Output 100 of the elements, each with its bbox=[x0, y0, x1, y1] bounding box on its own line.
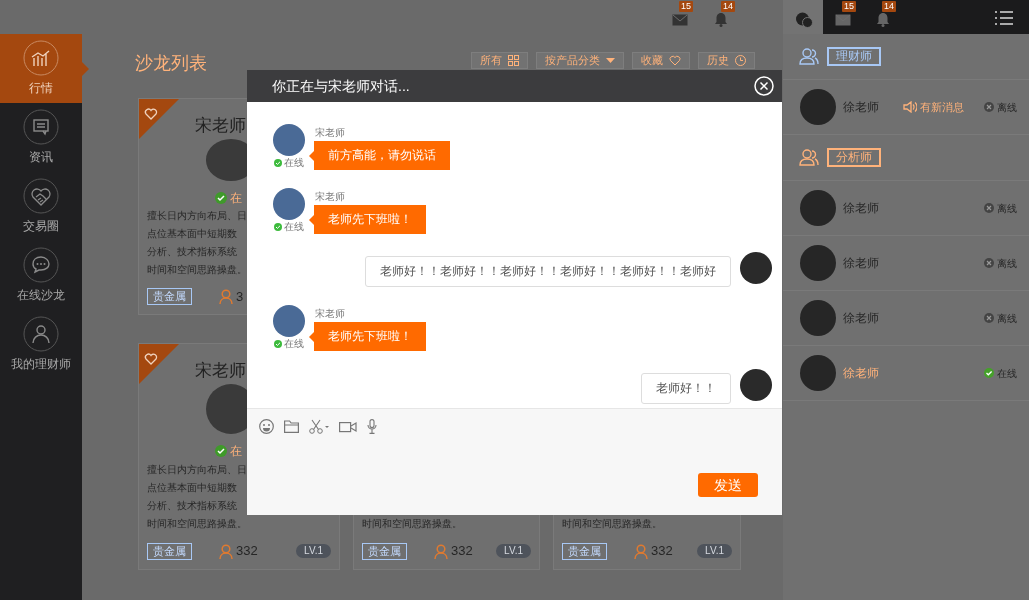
count-badge: 14 bbox=[882, 1, 896, 12]
heart-icon bbox=[669, 55, 681, 66]
avatar bbox=[273, 305, 305, 337]
group-label: 分析师 bbox=[827, 148, 881, 167]
card-title: 宋老师 bbox=[195, 360, 246, 382]
avatar bbox=[273, 188, 305, 220]
close-icon bbox=[754, 76, 774, 96]
avatar bbox=[800, 190, 836, 226]
contact-row[interactable]: 徐老师 离线 bbox=[783, 181, 1029, 236]
category-tag: 贵金属 bbox=[562, 542, 607, 560]
bell-icon[interactable] bbox=[876, 12, 890, 28]
menu-icon[interactable] bbox=[995, 10, 1013, 25]
grid-icon bbox=[508, 55, 519, 66]
category-tag: 贵金属 bbox=[362, 542, 407, 560]
avatar bbox=[740, 252, 772, 284]
status-text: 离线 bbox=[997, 311, 1017, 326]
notice-text: 有新消息 bbox=[920, 99, 964, 115]
message-bubble: 前方高能，请勿说话 bbox=[309, 141, 450, 170]
dialog-title: 你正在与宋老师对话... bbox=[272, 76, 410, 96]
description-line: 分析、技术指标系统 bbox=[147, 244, 237, 259]
page-title: 沙龙列表 bbox=[135, 52, 207, 74]
scissors-icon[interactable] bbox=[309, 419, 329, 434]
contact-row[interactable]: 徐老师 在线 bbox=[783, 346, 1029, 401]
check-circle-icon bbox=[274, 339, 282, 348]
caret-icon bbox=[606, 58, 615, 63]
status-text: 在线 bbox=[997, 366, 1017, 381]
bell-icon[interactable] bbox=[714, 12, 728, 28]
message-bubble: 老师好！！老师好！！老师好！！老师好！！老师好！！老师好 bbox=[365, 256, 731, 287]
person-icon bbox=[634, 543, 648, 559]
person-icon bbox=[23, 316, 59, 352]
avatar bbox=[800, 355, 836, 391]
description-line: 点位基本面中短期数 bbox=[147, 226, 237, 241]
description-line: 分析、技术指标系统 bbox=[147, 499, 237, 513]
favorite-corner-icon[interactable] bbox=[139, 99, 179, 139]
mail-icon[interactable] bbox=[672, 13, 688, 26]
contact-row[interactable]: 徐老师 有新消息 离线 bbox=[783, 80, 1029, 135]
smiley-icon[interactable] bbox=[259, 419, 274, 434]
status-text: 在线 bbox=[284, 221, 304, 232]
filter-button[interactable]: 历史 bbox=[698, 52, 755, 69]
panel-tab[interactable] bbox=[783, 0, 823, 34]
category-tag: 贵金属 bbox=[147, 542, 192, 560]
chat-icon bbox=[795, 11, 813, 28]
mail-icon[interactable] bbox=[835, 13, 851, 26]
description-line: 时间和空间思路操盘。 bbox=[147, 262, 247, 277]
level-badge: LV.1 bbox=[296, 544, 331, 558]
people-icon bbox=[799, 48, 819, 65]
group-label: 理财师 bbox=[827, 47, 881, 66]
follower-count: 332 bbox=[651, 542, 673, 561]
avatar bbox=[800, 89, 836, 125]
sender-name: 宋老师 bbox=[315, 127, 346, 139]
microphone-icon[interactable] bbox=[367, 419, 377, 434]
clock-icon bbox=[735, 55, 746, 66]
message-bubble: 老师先下班啦！ bbox=[309, 322, 426, 351]
count-badge: 15 bbox=[679, 1, 693, 12]
sender-name: 宋老师 bbox=[315, 308, 346, 320]
avatar bbox=[273, 124, 305, 156]
status-text: 离线 bbox=[997, 201, 1017, 216]
people-icon bbox=[799, 149, 819, 166]
level-badge: LV.1 bbox=[697, 544, 732, 558]
follower-count: 332 bbox=[236, 542, 258, 561]
video-camera-icon[interactable] bbox=[339, 420, 357, 433]
follower-count: 332 bbox=[451, 542, 473, 561]
sender-name: 宋老师 bbox=[315, 191, 346, 203]
description-line: 时间和空间思路操盘。 bbox=[562, 517, 662, 531]
person-icon bbox=[434, 543, 448, 559]
close-button[interactable] bbox=[754, 76, 774, 96]
contact-row[interactable]: 徐老师 离线 bbox=[783, 291, 1029, 346]
contact-name: 徐老师 bbox=[843, 255, 880, 272]
folder-icon[interactable] bbox=[284, 420, 299, 433]
send-button[interactable]: 发送 bbox=[698, 473, 758, 497]
avatar bbox=[800, 300, 836, 336]
sidebar-item[interactable]: 资讯 bbox=[0, 103, 82, 172]
status-text: 在 bbox=[230, 189, 242, 207]
category-tag: 贵金属 bbox=[147, 287, 192, 305]
contact-name: 徐老师 bbox=[843, 200, 880, 217]
status-text: 离线 bbox=[997, 100, 1017, 115]
status-text: 在线 bbox=[284, 338, 304, 349]
sidebar-item[interactable]: 交易圈 bbox=[0, 172, 82, 241]
message-icon bbox=[23, 109, 59, 145]
person-icon bbox=[219, 288, 233, 304]
filter-button[interactable]: 按产品分类 bbox=[536, 52, 624, 69]
panel-tab[interactable]: 15 bbox=[823, 0, 863, 34]
status-text: 离线 bbox=[997, 256, 1017, 271]
status-text: 在线 bbox=[284, 157, 304, 168]
contact-name: 徐老师 bbox=[843, 365, 880, 382]
count-badge: 14 bbox=[721, 1, 735, 12]
sidebar-item[interactable]: 在线沙龙 bbox=[0, 241, 82, 310]
filter-button[interactable]: 所有 bbox=[471, 52, 528, 69]
message-bubble: 老师先下班啦！ bbox=[309, 205, 426, 234]
contact-name: 徐老师 bbox=[843, 99, 880, 116]
avatar bbox=[800, 245, 836, 281]
status-text: 在 bbox=[230, 443, 242, 460]
panel-tab[interactable]: 14 bbox=[863, 0, 903, 34]
filter-button[interactable]: 收藏 bbox=[632, 52, 690, 69]
chart-icon bbox=[23, 40, 59, 76]
speaker-icon bbox=[903, 101, 917, 113]
message-bubble: 老师好！！ bbox=[641, 373, 731, 404]
sidebar-item[interactable]: 我的理财师 bbox=[0, 310, 82, 379]
favorite-corner-icon[interactable] bbox=[139, 344, 179, 384]
contact-row[interactable]: 徐老师 离线 bbox=[783, 236, 1029, 291]
